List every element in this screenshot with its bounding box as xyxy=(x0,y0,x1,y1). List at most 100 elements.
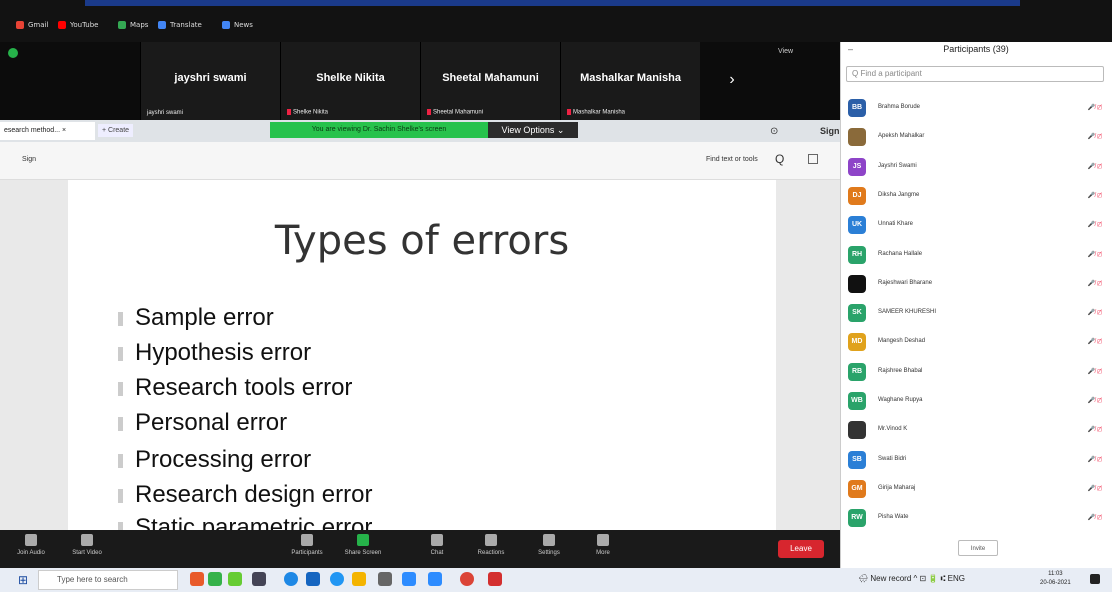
reactions-button[interactable]: Reactions xyxy=(466,534,516,556)
more-button[interactable]: More xyxy=(578,534,628,556)
history-clock-icon[interactable]: ⊙ xyxy=(770,126,778,137)
system-tray[interactable]: 🌧 New record ^ ⊡ 🔋 ⑆ ENG xyxy=(858,574,965,583)
notifications-icon[interactable] xyxy=(1090,574,1100,584)
bookmark-maps[interactable]: Maps xyxy=(118,18,148,32)
chat-button[interactable]: Chat xyxy=(412,534,462,556)
panel-toggle-icon[interactable] xyxy=(808,154,818,164)
participant-name: Rajeshwari Bharane xyxy=(878,279,933,286)
bookmark-gmail[interactable]: Gmail xyxy=(16,18,48,32)
participant-row[interactable]: WB Waghane Rupya 🎤̸ ◻̸ xyxy=(846,389,1108,413)
video-tile[interactable]: Mashalkar Manisha Mashalkar Manisha xyxy=(560,42,700,120)
slide-bullet: Personal error xyxy=(118,409,287,437)
participant-row[interactable]: SB Swati Bidri 🎤̸ ◻̸ xyxy=(846,448,1108,472)
avatar: RW xyxy=(848,509,866,528)
leave-button[interactable]: Leave xyxy=(778,540,824,558)
sign-in-link[interactable]: Sign xyxy=(820,126,840,136)
pinned-app-icon[interactable] xyxy=(228,572,242,586)
meeting-app-icon[interactable] xyxy=(428,572,442,586)
participant-row[interactable]: UK Unnati Khare 🎤̸ ◻̸ xyxy=(846,213,1108,237)
avatar: SK xyxy=(848,304,866,323)
participant-name: Waghane Rupya xyxy=(878,397,923,403)
participant-row[interactable]: SK SAMEER KHURESHI 🎤̸ ◻̸ xyxy=(846,301,1108,325)
participant-name: Jayshri Swami xyxy=(878,162,917,169)
bookmark-translate[interactable]: Translate xyxy=(158,18,202,32)
pinned-app-icon[interactable] xyxy=(208,572,222,586)
chrome-icon[interactable] xyxy=(460,572,474,586)
participant-name: Mangesh Deshad xyxy=(878,338,926,345)
reactions-icon xyxy=(485,534,497,546)
invite-button[interactable]: Invite xyxy=(958,540,998,556)
slide-bullet: Processing error xyxy=(118,446,311,474)
mic-video-muted-icon: 🎤̸ ◻̸ xyxy=(1087,280,1102,287)
participant-row[interactable]: MD Mangesh Deshad 🎤̸ ◻̸ xyxy=(846,330,1108,354)
view-options-button[interactable]: View Options ⌄ xyxy=(488,122,578,138)
settings-button[interactable]: Settings xyxy=(524,534,574,556)
video-tile[interactable]: jayshri swami jayshri swami xyxy=(140,42,280,120)
security-shield-icon[interactable] xyxy=(8,48,18,58)
start-video-button[interactable]: Start Video xyxy=(62,534,112,556)
windows-start-icon[interactable]: ⊞ xyxy=(18,574,30,586)
store-icon[interactable] xyxy=(306,572,320,586)
avatar: GM xyxy=(848,479,866,498)
mic-video-muted-icon: 🎤̸ ◻̸ xyxy=(1087,427,1102,434)
mic-video-muted-icon: 🎤̸ ◻̸ xyxy=(1087,485,1102,492)
document-toolbar: Sign Find text or tools Q xyxy=(0,142,840,180)
avatar: RB xyxy=(848,362,866,381)
participant-name: Diksha Jangme xyxy=(878,191,920,198)
taskbar-search-input[interactable]: Type here to search xyxy=(38,570,178,590)
file-explorer-icon[interactable] xyxy=(352,572,366,586)
tile-name-label: Sheetal Mahamuni xyxy=(433,110,484,116)
share-screen-button[interactable]: Share Screen xyxy=(338,534,388,556)
share-screen-icon xyxy=(357,534,369,546)
participant-row[interactable]: Rajeshwari Bharane 🎤̸ ◻̸ xyxy=(846,272,1108,296)
participant-row[interactable]: GM Girija Maharaj 🎤̸ ◻̸ xyxy=(846,477,1108,501)
new-tab-button[interactable]: + Create xyxy=(98,124,134,137)
mic-video-muted-icon: 🎤̸ ◻̸ xyxy=(1087,163,1102,170)
join-audio-button[interactable]: Join Audio xyxy=(6,534,56,556)
taskbar-clock[interactable]: 11:03 20-06-2021 xyxy=(1040,570,1071,588)
mic-video-muted-icon: 🎤̸ ◻̸ xyxy=(1087,456,1102,463)
bullet-marker-icon xyxy=(118,453,123,468)
participant-row[interactable]: RW Pisha Wate 🎤̸ ◻̸ xyxy=(846,506,1108,530)
participants-button[interactable]: Participants xyxy=(282,534,332,556)
participant-row[interactable]: RB Rajshree Bhabal 🎤̸ ◻̸ xyxy=(846,360,1108,384)
pdf-reader-icon[interactable] xyxy=(488,572,502,586)
next-page-chevron-icon[interactable]: › xyxy=(722,70,742,90)
participant-name: Brahma Borude xyxy=(878,104,921,110)
participant-row[interactable]: JS Jayshri Swami 🎤̸ ◻̸ xyxy=(846,155,1108,179)
bullet-marker-icon xyxy=(118,311,123,326)
task-view-icon[interactable] xyxy=(252,572,266,586)
video-tile[interactable]: Shelke Nikita Shelke Nikita xyxy=(280,42,420,120)
participant-search-input[interactable]: Q Find a participant xyxy=(846,66,1104,82)
pinned-app-icon[interactable] xyxy=(190,572,204,586)
find-tools-input[interactable]: Find text or tools xyxy=(706,156,758,163)
avatar: UK xyxy=(848,216,866,235)
meeting-controls-bar: Join Audio Start Video Participants Shar… xyxy=(0,530,840,568)
participant-name: Swati Bidri xyxy=(878,455,907,462)
participant-row[interactable]: DJ Diksha Jangme 🎤̸ ◻̸ xyxy=(846,184,1108,208)
translate-icon xyxy=(158,21,166,29)
video-tile[interactable]: Sheetal Mahamuni Sheetal Mahamuni xyxy=(420,42,560,120)
browser-tab[interactable]: esearch method... × xyxy=(0,122,95,140)
bullet-marker-icon xyxy=(118,346,123,361)
mic-video-muted-icon: 🎤̸ ◻̸ xyxy=(1087,192,1102,199)
mic-video-muted-icon: 🎤̸ ◻̸ xyxy=(1087,339,1102,346)
bookmark-news[interactable]: News xyxy=(222,18,253,32)
mic-video-muted-icon: 🎤̸ ◻̸ xyxy=(1087,134,1102,141)
zoom-icon[interactable] xyxy=(402,572,416,586)
mic-video-muted-icon: 🎤̸ ◻̸ xyxy=(1087,105,1102,111)
participant-name: Pisha Wate xyxy=(878,514,909,521)
browser-icon[interactable] xyxy=(330,572,344,586)
edge-icon[interactable] xyxy=(284,572,298,586)
participant-row[interactable]: Mr.Vinod K 🎤̸ ◻̸ xyxy=(846,418,1108,442)
view-button[interactable]: View xyxy=(778,48,793,55)
settings-gear-icon[interactable] xyxy=(378,572,392,586)
chat-icon xyxy=(431,534,443,546)
bookmark-youtube[interactable]: YouTube xyxy=(58,18,98,32)
participant-name: Girija Maharaj xyxy=(878,484,916,491)
search-icon[interactable]: Q xyxy=(775,152,784,166)
participant-row[interactable]: RH Rachana Hallale 🎤̸ ◻̸ xyxy=(846,243,1108,267)
participant-row[interactable]: BB Brahma Borude 🎤̸ ◻̸ xyxy=(846,96,1108,120)
participant-row[interactable]: Apeksh Mahalkar 🎤̸ ◻̸ xyxy=(846,125,1108,149)
sign-tool[interactable]: Sign xyxy=(22,156,36,163)
